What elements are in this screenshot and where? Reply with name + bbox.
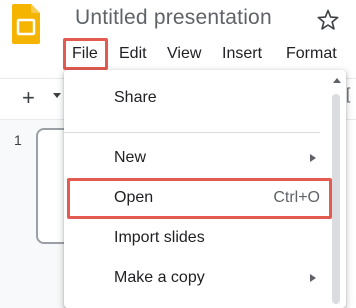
menu-item-share[interactable]: Share <box>64 78 320 118</box>
chevron-up-icon[interactable] <box>333 78 341 83</box>
file-menu-highlight <box>63 38 108 70</box>
document-title[interactable]: Untitled presentation <box>75 6 272 30</box>
menu-insert[interactable]: Insert <box>222 42 262 66</box>
chevron-down-icon[interactable] <box>53 93 61 98</box>
new-slide-button[interactable]: + <box>22 87 35 109</box>
open-item-highlight <box>67 178 332 219</box>
menu-item-label: Make a copy <box>114 269 205 286</box>
menu-item-label: Import slides <box>114 229 205 246</box>
menu-item-new[interactable]: New <box>64 138 320 178</box>
star-icon[interactable] <box>316 8 340 32</box>
menu-item-make-a-copy[interactable]: Make a copy <box>64 258 320 298</box>
submenu-arrow-icon <box>310 154 316 162</box>
menu-bar: File Edit View Insert Format <box>0 38 356 70</box>
submenu-arrow-icon <box>310 274 316 282</box>
menu-item-label: New <box>114 149 147 166</box>
menu-item-import-slides[interactable]: Import slides <box>64 218 320 258</box>
menu-view[interactable]: View <box>167 42 201 66</box>
toolbar-overflow-icon: [ <box>346 86 351 103</box>
menu-separator <box>64 132 320 133</box>
menu-format[interactable]: Format <box>286 42 337 66</box>
menu-item-label: Share <box>114 89 157 106</box>
scrollbar-thumb[interactable] <box>332 94 340 304</box>
menu-edit[interactable]: Edit <box>119 42 147 66</box>
slide-number: 1 <box>14 132 22 148</box>
